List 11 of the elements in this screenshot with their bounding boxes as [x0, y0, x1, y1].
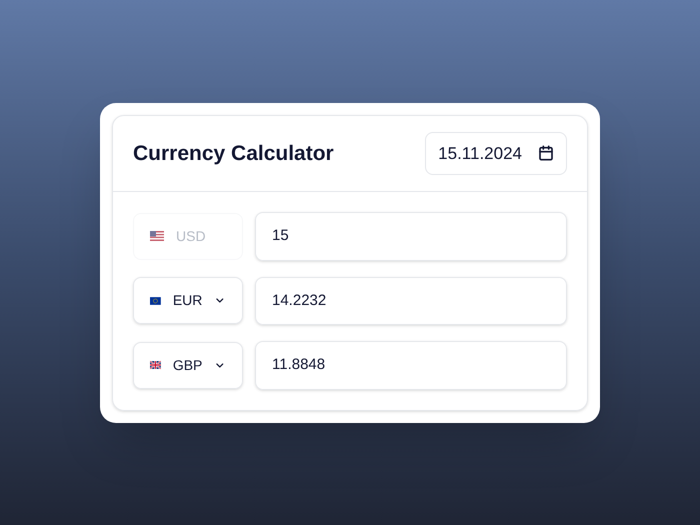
amount-field[interactable]: 11.8848 [255, 341, 567, 390]
flag-icon [150, 296, 161, 306]
currency-select[interactable]: GBP [133, 342, 243, 389]
date-value: 15.11.2024 [438, 142, 522, 164]
currency-select[interactable]: EUR [133, 277, 243, 324]
card-title: Currency Calculator [133, 140, 334, 166]
amount-field[interactable]: 14.2232 [255, 276, 567, 325]
flag-icon [150, 360, 161, 370]
calendar-icon[interactable] [538, 145, 554, 162]
date-field[interactable]: 15.11.2024 [425, 132, 567, 175]
flag-icon [150, 231, 164, 242]
